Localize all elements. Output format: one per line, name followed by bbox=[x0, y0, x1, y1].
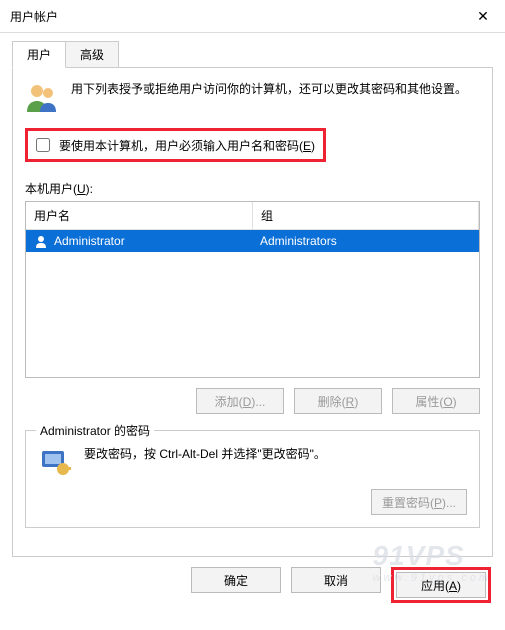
tab-panel-user: 用下列表授予或拒绝用户访问你的计算机，还可以更改其密码和其他设置。 要使用本计算… bbox=[12, 67, 493, 557]
column-username[interactable]: 用户名 bbox=[26, 202, 253, 229]
tab-advanced[interactable]: 高级 bbox=[65, 41, 119, 68]
user-icon bbox=[34, 234, 48, 248]
window-title: 用户帐户 bbox=[10, 8, 463, 25]
close-icon[interactable]: ✕ bbox=[463, 2, 503, 30]
password-button-row: 重置密码(P)... bbox=[38, 489, 467, 515]
titlebar: 用户帐户 ✕ bbox=[0, 0, 505, 33]
cell-username-text: Administrator bbox=[54, 234, 125, 248]
tab-strip: 用户 高级 bbox=[12, 41, 493, 67]
dialog-footer: 确定 取消 应用(A) bbox=[0, 557, 505, 613]
remove-button[interactable]: 删除(R) bbox=[294, 388, 382, 414]
require-password-highlight: 要使用本计算机，用户必须输入用户名和密码(E) bbox=[25, 128, 326, 162]
properties-button[interactable]: 属性(O) bbox=[392, 388, 480, 414]
user-accounts-window: 用户帐户 ✕ 用户 高级 用下列表授予或拒绝用户访问你的计算机，还可以更改其密码… bbox=[0, 0, 505, 630]
table-row[interactable]: Administrator Administrators bbox=[26, 230, 479, 252]
client-area: 用户 高级 用下列表授予或拒绝用户访问你的计算机，还可以更改其密码和其他设置。 bbox=[0, 33, 505, 557]
cell-group: Administrators bbox=[252, 234, 479, 248]
password-row: 要改密码，按 Ctrl-Alt-Del 并选择"更改密码"。 bbox=[38, 445, 467, 479]
apply-button[interactable]: 应用(A) bbox=[396, 572, 486, 598]
require-password-label[interactable]: 要使用本计算机，用户必须输入用户名和密码(E) bbox=[59, 137, 315, 154]
reset-password-button[interactable]: 重置密码(P)... bbox=[371, 489, 467, 515]
users-listbox[interactable]: 用户名 组 Administrator Administrators bbox=[25, 201, 480, 378]
add-button[interactable]: 添加(D)... bbox=[196, 388, 284, 414]
apply-highlight: 应用(A) bbox=[391, 567, 491, 603]
password-legend: Administrator 的密码 bbox=[36, 422, 154, 439]
users-icon bbox=[25, 80, 59, 114]
require-password-checkbox[interactable] bbox=[36, 138, 50, 152]
cell-username: Administrator bbox=[26, 234, 252, 248]
list-header: 用户名 组 bbox=[26, 202, 479, 230]
tab-user[interactable]: 用户 bbox=[12, 41, 66, 68]
intro-row: 用下列表授予或拒绝用户访问你的计算机，还可以更改其密码和其他设置。 bbox=[25, 80, 480, 114]
column-group[interactable]: 组 bbox=[253, 202, 479, 229]
cancel-button[interactable]: 取消 bbox=[291, 567, 381, 593]
key-icon bbox=[38, 445, 72, 479]
require-password-row: 要使用本计算机，用户必须输入用户名和密码(E) bbox=[32, 135, 315, 155]
ok-button[interactable]: 确定 bbox=[191, 567, 281, 593]
list-body: Administrator Administrators bbox=[26, 230, 479, 252]
local-users-label: 本机用户(U): bbox=[25, 180, 480, 197]
intro-text: 用下列表授予或拒绝用户访问你的计算机，还可以更改其密码和其他设置。 bbox=[71, 80, 480, 114]
list-button-row: 添加(D)... 删除(R) 属性(O) bbox=[25, 388, 480, 414]
password-text: 要改密码，按 Ctrl-Alt-Del 并选择"更改密码"。 bbox=[84, 445, 467, 464]
password-groupbox: Administrator 的密码 要改密码，按 Ctrl-Alt-Del 并选… bbox=[25, 430, 480, 528]
